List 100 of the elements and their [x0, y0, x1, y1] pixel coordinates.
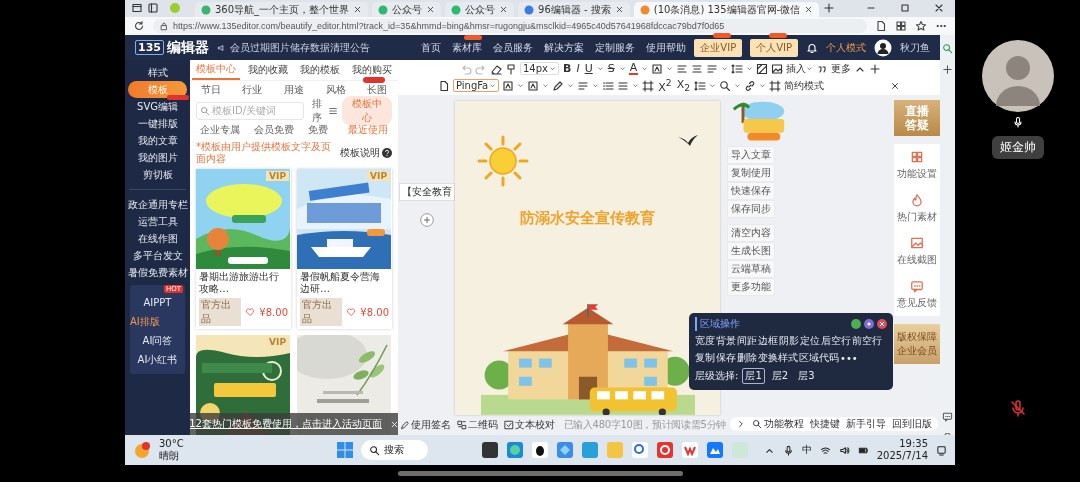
region-action[interactable]: 定位	[800, 334, 820, 348]
nav-item[interactable]: 剪切板	[125, 166, 190, 183]
status-tool[interactable]: 文本校对	[504, 418, 555, 432]
nav-item[interactable]: AI排版	[130, 312, 160, 331]
help-link[interactable]: 功能教程	[752, 417, 804, 431]
browser-tab[interactable]: 360导航_一个主页，整个世界	[195, 2, 369, 17]
filter-tab[interactable]: 免费	[308, 123, 328, 138]
nav-link[interactable]: 解决方案	[544, 41, 585, 53]
template-card[interactable]: VIP 暑期出游旅游出行攻略… 官方出品 ¥8.00	[196, 169, 291, 329]
search-field[interactable]: 模板ID/关键词	[196, 101, 304, 120]
action-button[interactable]: 生成长图	[728, 243, 774, 259]
search-field[interactable]: 搜索	[360, 440, 429, 460]
region-action[interactable]: 边框	[758, 334, 778, 348]
filter-tab[interactable]: 会员免费	[254, 123, 294, 138]
address-bar[interactable]: https://www.135editor.com/beautify_editor.html?track_id=35&hmmd=bing&hmsr=rugongju&msclkid=4965c40d57641968fdccac79bd7f0d65	[153, 19, 867, 33]
region-action[interactable]: 变换样式	[758, 351, 798, 365]
region-action[interactable]: 删除	[737, 351, 757, 365]
nav-link[interactable]: 会员服务	[493, 41, 534, 53]
help-link[interactable]: 新手引导	[846, 417, 886, 431]
action-button[interactable]: 云端草稿	[728, 261, 774, 277]
region-action[interactable]: 复制	[695, 351, 715, 365]
region-action[interactable]: 宽度	[695, 334, 715, 348]
nav-link[interactable]: 定制服务	[595, 41, 636, 53]
strikethrough-button[interactable]: S	[606, 62, 616, 75]
mode-link[interactable]: 个人模式	[826, 40, 866, 55]
notice-link[interactable]: 会员过期图片储存数据清理公告	[229, 40, 370, 55]
browser-tab[interactable]: 公众号	[445, 2, 515, 17]
side-tool[interactable]: 意见反馈	[894, 273, 940, 316]
action-button[interactable]: 保存同步	[728, 201, 774, 217]
region-action[interactable]: 区域代码	[799, 351, 839, 365]
bold-button[interactable]: B	[562, 62, 573, 75]
nav-link[interactable]: 使用帮助	[646, 41, 687, 53]
panel-tab[interactable]: 我的收藏	[244, 60, 292, 80]
nav-item[interactable]: 样式	[125, 64, 190, 81]
region-action[interactable]: 阴影	[779, 334, 799, 348]
side-tool[interactable]: 功能设置	[894, 144, 940, 187]
region-action[interactable]: •••	[840, 351, 858, 365]
nav-item[interactable]: 运营工具	[125, 213, 190, 230]
category-tab[interactable]: 长图	[367, 83, 388, 98]
side-tool[interactable]: 在线截图	[894, 230, 940, 273]
browser-tab[interactable]: 公众号	[372, 2, 442, 17]
category-tab[interactable]: 行业	[242, 83, 263, 98]
subscript-button[interactable]: X$_{2}$	[675, 77, 691, 94]
action-button[interactable]: 复制使用	[728, 165, 774, 181]
italic-button[interactable]: I	[575, 62, 581, 75]
insert-button[interactable]: 插入	[786, 61, 814, 76]
help-link[interactable]: 模板说明	[340, 146, 392, 160]
nav-item[interactable]: AIPPT	[143, 293, 172, 312]
sort-button[interactable]: 排序	[308, 96, 339, 125]
panel-tab[interactable]: 我的购买	[348, 60, 396, 80]
action-button[interactable]: 更多功能	[728, 279, 774, 295]
font-size-select[interactable]: 14px	[520, 62, 559, 75]
nav-item[interactable]: SVG编辑	[125, 98, 190, 115]
nav-item[interactable]: 在线作图	[125, 230, 190, 247]
superscript-button[interactable]: X$^{2}$	[657, 77, 673, 94]
input-method[interactable]: 中	[801, 443, 812, 457]
template-card[interactable]: VIP 暑假帆船夏令营海边研… 官方出品 ¥8.00	[297, 169, 392, 329]
side-tool[interactable]: 热门素材	[894, 187, 940, 230]
category-tab[interactable]: 节日	[200, 83, 221, 98]
font-color-button[interactable]: A	[628, 62, 639, 75]
promo-link[interactable]: 12套热门模板免费使用，点击进入活动页面	[190, 417, 382, 431]
more-button[interactable]: 更多	[831, 61, 852, 76]
panel-tab[interactable]: 我的模板	[296, 60, 344, 80]
action-button[interactable]: 快速保存	[728, 183, 774, 199]
status-tool[interactable]: 二维码	[457, 418, 498, 432]
region-action[interactable]: 背景	[716, 334, 736, 348]
help-link[interactable]: 快捷键	[810, 417, 840, 431]
font-select[interactable]: PingFa	[453, 79, 500, 92]
nav-item[interactable]: AI小红书	[137, 350, 178, 369]
nav-item[interactable]: 我的图片	[125, 149, 190, 166]
category-tab[interactable]: 风格	[325, 83, 346, 98]
nav-item[interactable]: 政企通用专栏	[125, 196, 190, 213]
layer-option[interactable]: 层3	[795, 368, 818, 384]
filter-tab[interactable]: 企业专属	[200, 123, 240, 138]
nav-link[interactable]: 首页	[421, 41, 442, 53]
browser-tab[interactable]: 96编辑器 - 搜索	[518, 2, 630, 17]
category-tab[interactable]: 用途	[284, 83, 304, 98]
nav-item[interactable]: 一键排版	[125, 115, 190, 132]
vip-button[interactable]: 企业VIP	[694, 38, 743, 57]
help-link[interactable]: 回到旧版	[892, 417, 932, 431]
simple-mode-button[interactable]: 简约模式	[784, 78, 824, 93]
nav-item[interactable]: 我的文章	[125, 132, 190, 149]
action-button[interactable]: 清空内容	[728, 225, 774, 241]
action-button[interactable]: 导入文章	[728, 147, 774, 163]
browser-tab[interactable]: (10条消息) 135编辑器官网-微信	[633, 2, 820, 17]
underline-button[interactable]: U	[583, 62, 594, 75]
region-action[interactable]: 前空行	[852, 334, 882, 348]
status-tool[interactable]: 使用签名	[400, 418, 451, 432]
region-action[interactable]: 间距	[737, 334, 757, 348]
nav-item[interactable]: AI问答	[142, 331, 173, 350]
region-action[interactable]: 后空行	[821, 334, 851, 348]
region-action[interactable]: 保存	[716, 351, 736, 365]
nav-link[interactable]: 素材库	[452, 41, 483, 53]
nav-item[interactable]: 暑假免费素材	[125, 264, 190, 281]
vip-button[interactable]: 个人VIP	[750, 38, 798, 57]
nav-item[interactable]: 多平台发文	[125, 247, 190, 264]
user-name[interactable]: 秋刀鱼	[900, 40, 930, 55]
vip-promo[interactable]: 版权保障企业会员	[894, 324, 940, 364]
layer-option[interactable]: 层1	[742, 368, 765, 384]
layer-option[interactable]: 层2	[768, 368, 792, 384]
